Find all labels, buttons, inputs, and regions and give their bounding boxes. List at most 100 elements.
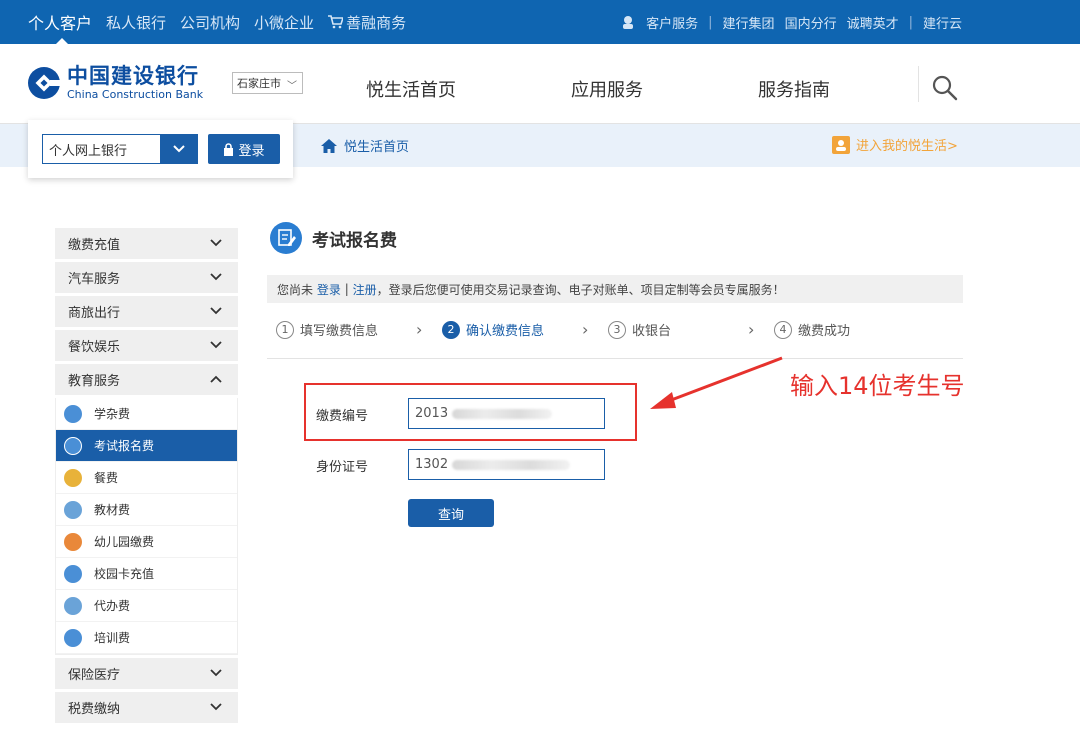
education-sub-list: 学杂费 考试报名费 餐费 教材费 幼儿园缴费 校园卡充值 代办费 培训费 xyxy=(55,398,238,655)
category-label: 保险医疗 xyxy=(68,668,121,683)
category-label: 缴费充值 xyxy=(68,238,121,253)
id-number-input[interactable]: 1302 xyxy=(408,449,605,480)
chevron-right-icon: › xyxy=(416,320,423,339)
redacted-mask xyxy=(452,459,571,470)
chevron-right-icon: › xyxy=(748,320,755,339)
sub-item-textbooks[interactable]: 教材费 xyxy=(56,494,237,526)
notice-register-link[interactable]: 注册 xyxy=(353,281,377,298)
food-icon xyxy=(64,469,82,487)
step-number: 3 xyxy=(608,320,626,339)
sub-item-label: 校园卡充值 xyxy=(94,567,155,581)
sub-item-exam-fee[interactable]: 考试报名费 xyxy=(56,430,237,462)
customer-type-nav: 个人客户 私人银行 公司机构 小微企业 善融商务 xyxy=(28,0,406,44)
sub-item-kindergarten[interactable]: 幼儿园缴费 xyxy=(56,526,237,558)
divider xyxy=(918,66,919,102)
chevron-down-icon xyxy=(173,145,185,153)
category-label: 汽车服务 xyxy=(68,272,121,287)
sub-item-label: 幼儿园缴费 xyxy=(94,535,155,549)
link-domestic-branches[interactable]: 国内分行 xyxy=(785,13,837,32)
sub-item-tuition[interactable]: 学杂费 xyxy=(56,398,237,430)
service-category-sidebar: 缴费充值 汽车服务 商旅出行 餐饮娱乐 教育服务 学杂费 考试报名费 餐费 教材… xyxy=(55,228,238,726)
query-button[interactable]: 查询 xyxy=(408,499,494,527)
top-nav-bar: 个人客户 私人银行 公司机构 小微企业 善融商务 客户服务 | 建行集团 国内分… xyxy=(0,0,1080,44)
sub-item-label: 考试报名费 xyxy=(94,439,155,453)
id-number-label: 身份证号 xyxy=(316,460,369,475)
step-label: 确认缴费信息 xyxy=(466,324,545,339)
category-auto-services[interactable]: 汽车服务 xyxy=(55,262,238,293)
nav-personal[interactable]: 个人客户 xyxy=(28,10,92,34)
divider xyxy=(267,358,963,359)
nav-life-home[interactable]: 悦生活首页 xyxy=(366,76,456,102)
chevron-down-icon xyxy=(210,669,222,677)
chevron-down-icon: ﹀ xyxy=(287,81,297,92)
sub-item-training[interactable]: 培训费 xyxy=(56,622,237,654)
category-label: 教育服务 xyxy=(68,374,121,389)
notice-text: ，登录后您便可使用交易记录查询、电子对账单、项目定制等会员专属服务！ xyxy=(376,282,785,297)
login-label: 登录 xyxy=(238,142,265,158)
nav-shanrong[interactable]: 善融商务 xyxy=(328,12,406,33)
link-ccb-group[interactable]: 建行集团 xyxy=(723,13,775,32)
nav-shanrong-label: 善融商务 xyxy=(346,13,407,32)
edit-form-icon xyxy=(64,437,82,455)
chevron-down-icon xyxy=(210,341,222,349)
chevron-up-icon xyxy=(210,375,222,383)
divider: | xyxy=(908,14,913,30)
city-selector[interactable]: 石家庄市 ﹀ xyxy=(232,72,303,94)
id-number-value: 1302 xyxy=(415,457,449,472)
chevron-down-icon xyxy=(210,307,222,315)
home-icon xyxy=(321,138,337,153)
bank-type-value: 个人网上银行 xyxy=(49,143,128,159)
category-tax-payment[interactable]: 税费缴纳 xyxy=(55,692,238,723)
chevron-down-icon xyxy=(210,703,222,711)
sub-item-campus-card[interactable]: 校园卡充值 xyxy=(56,558,237,590)
breadcrumb: 悦生活首页 xyxy=(320,136,409,155)
category-label: 商旅出行 xyxy=(68,306,121,321)
chevron-down-icon xyxy=(210,239,222,247)
step-3: 3 收银台 xyxy=(608,320,671,339)
nav-private-banking[interactable]: 私人银行 xyxy=(106,12,166,33)
notice-text: 您尚未 xyxy=(277,282,314,297)
child-icon xyxy=(64,533,82,551)
step-label: 填写缴费信息 xyxy=(300,324,379,339)
agent-icon xyxy=(64,597,82,615)
sub-item-agency-fee[interactable]: 代办费 xyxy=(56,590,237,622)
step-number: 1 xyxy=(276,320,294,339)
nav-app-services[interactable]: 应用服务 xyxy=(571,76,643,102)
user-icon xyxy=(832,135,850,154)
enter-my-life-link[interactable]: 进入我的悦生活> xyxy=(832,135,958,154)
login-notice: 您尚未 登录 | 注册 ，登录后您便可使用交易记录查询、电子对账单、项目定制等会… xyxy=(267,275,963,303)
lock-icon xyxy=(224,142,234,156)
training-icon xyxy=(64,629,82,647)
select-dropdown-button[interactable] xyxy=(160,134,198,164)
step-2: 2 确认缴费信息 xyxy=(442,320,544,339)
category-education[interactable]: 教育服务 xyxy=(55,364,238,395)
category-dining-entertainment[interactable]: 餐饮娱乐 xyxy=(55,330,238,361)
bank-type-select[interactable]: 个人网上银行 xyxy=(42,134,198,164)
sub-item-meals[interactable]: 餐费 xyxy=(56,462,237,494)
step-label: 缴费成功 xyxy=(798,324,851,339)
site-header: 中国建设银行 China Construction Bank 石家庄市 ﹀ 悦生… xyxy=(0,44,1080,124)
page-title-row: 考试报名费 xyxy=(270,222,397,254)
notice-login-link[interactable]: 登录 xyxy=(317,281,341,298)
city-label: 石家庄市 xyxy=(237,77,281,90)
category-payment-recharge[interactable]: 缴费充值 xyxy=(55,228,238,259)
edit-form-icon xyxy=(270,222,302,254)
nav-small-business[interactable]: 小微企业 xyxy=(254,12,314,33)
link-customer-service[interactable]: 客户服务 xyxy=(646,13,698,32)
link-careers[interactable]: 诚聘英才 xyxy=(847,13,899,32)
login-panel: 个人网上银行 登录 xyxy=(28,120,293,178)
search-icon[interactable] xyxy=(930,73,960,103)
nav-service-guide[interactable]: 服务指南 xyxy=(758,76,830,102)
category-insurance-medical[interactable]: 保险医疗 xyxy=(55,658,238,689)
step-1: 1 填写缴费信息 xyxy=(276,320,378,339)
chevron-down-icon xyxy=(210,273,222,281)
login-button[interactable]: 登录 xyxy=(208,134,280,164)
step-label: 收银台 xyxy=(632,324,672,339)
nav-corporate[interactable]: 公司机构 xyxy=(180,12,240,33)
payment-steps: 1 填写缴费信息 › 2 确认缴费信息 › 3 收银台 › 4 缴费成功 xyxy=(276,320,966,342)
category-travel[interactable]: 商旅出行 xyxy=(55,296,238,327)
ccb-logo[interactable]: 中国建设银行 China Construction Bank xyxy=(27,66,203,100)
category-label: 餐饮娱乐 xyxy=(68,340,121,355)
link-ccb-cloud[interactable]: 建行云 xyxy=(923,13,962,32)
breadcrumb-home[interactable]: 悦生活首页 xyxy=(344,136,409,155)
